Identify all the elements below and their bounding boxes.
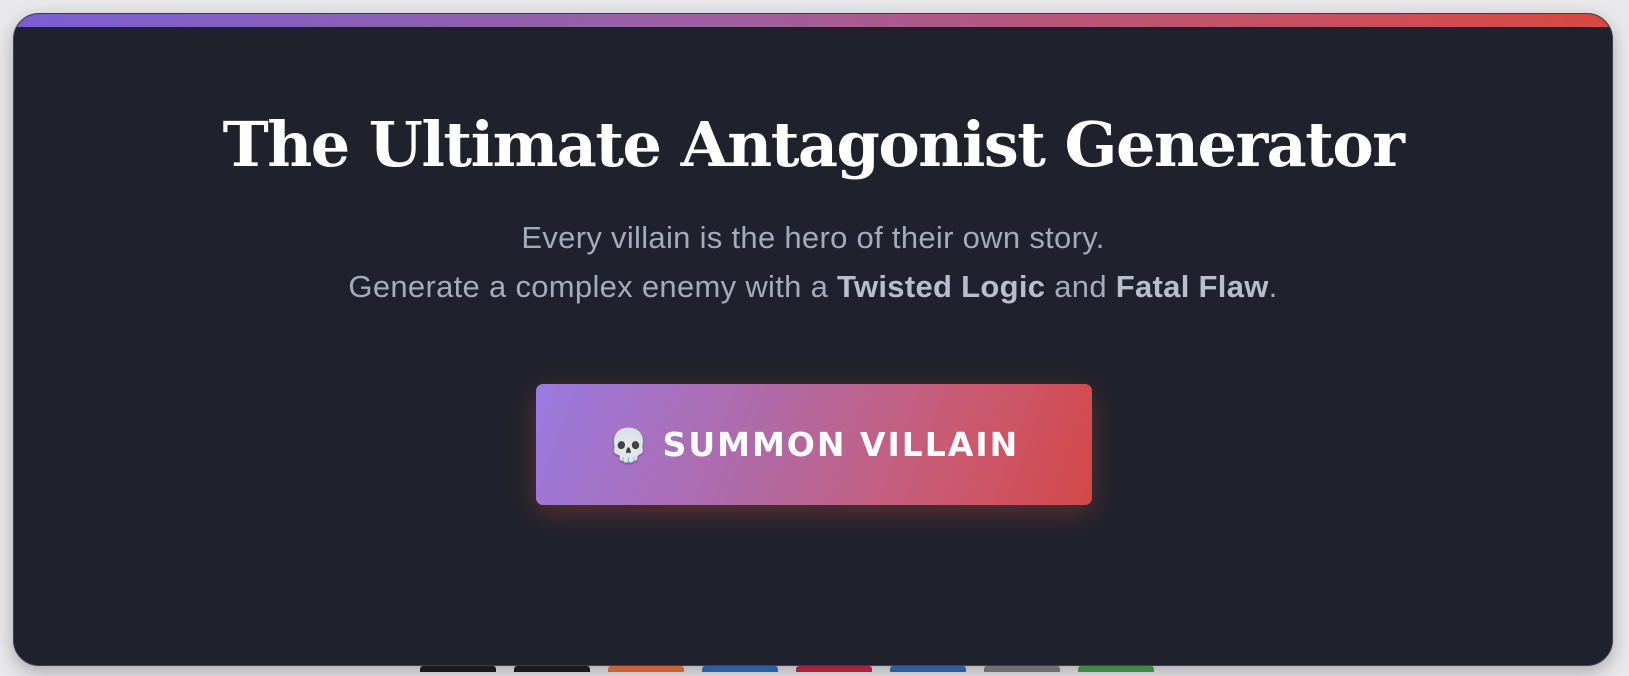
subtitle-suffix: .: [1268, 269, 1278, 304]
summon-villain-label: SUMMON VILLAIN: [662, 425, 1020, 464]
bottom-tab: [702, 666, 778, 672]
page-title: The Ultimate Antagonist Generator: [222, 108, 1405, 181]
twisted-logic-emphasis: Twisted Logic: [837, 269, 1046, 304]
bottom-tab: [1078, 666, 1154, 672]
subtitle-prefix: Generate a complex enemy with a: [348, 269, 838, 304]
top-accent-bar: [14, 14, 1612, 27]
bottom-tab: [984, 666, 1060, 672]
bottom-tab: [420, 666, 496, 672]
subtitle-line-2: Generate a complex enemy with a Twisted …: [14, 269, 1612, 305]
bottom-tab-strip: [420, 666, 1200, 676]
bottom-tab: [890, 666, 966, 672]
subtitle-connector: and: [1045, 269, 1116, 304]
bottom-tab: [514, 666, 590, 672]
summon-villain-button[interactable]: 💀 SUMMON VILLAIN: [536, 384, 1092, 505]
fatal-flaw-emphasis: Fatal Flaw: [1115, 269, 1269, 304]
subtitle-line-1: Every villain is the hero of their own s…: [521, 220, 1105, 255]
bottom-tab: [796, 666, 872, 672]
bottom-tab: [608, 666, 684, 672]
skull-icon: 💀: [608, 425, 649, 464]
generator-card: The Ultimate Antagonist Generator Every …: [13, 13, 1613, 666]
